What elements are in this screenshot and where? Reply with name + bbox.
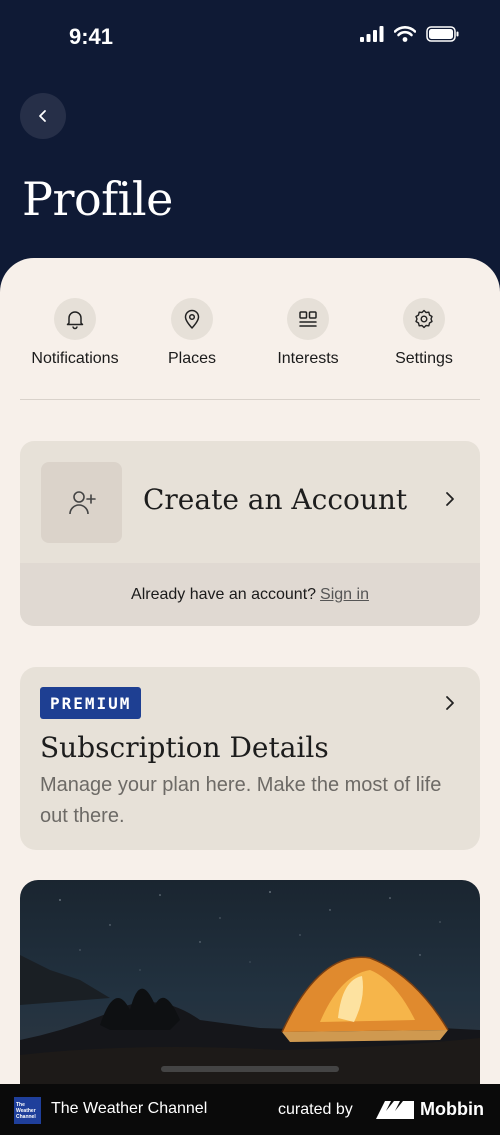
add-user-icon — [68, 490, 96, 514]
status-bar: 9:41 — [0, 0, 500, 70]
chevron-right-icon[interactable] — [444, 695, 456, 711]
quick-nav: Notifications Places Interests Settings — [0, 298, 500, 378]
mobbin-logo-icon — [376, 1101, 414, 1119]
divider — [20, 399, 480, 400]
signin-link[interactable]: Sign in — [320, 586, 369, 604]
weather-channel-logo: The Weather Channel — [14, 1097, 41, 1124]
quick-nav-notifications[interactable]: Notifications — [17, 298, 133, 368]
quick-nav-label: Places — [167, 350, 217, 367]
bell-icon — [66, 311, 84, 330]
status-icons — [360, 26, 460, 42]
subscription-title: Subscription Details — [40, 731, 329, 764]
create-account-card: Create an Account Already have an accoun… — [20, 441, 480, 626]
quick-nav-places[interactable]: Places — [134, 298, 250, 368]
quick-nav-icon-circle — [287, 298, 329, 340]
interests-grid-icon — [299, 311, 317, 327]
quick-nav-label: Settings — [395, 350, 453, 367]
app-name: The Weather Channel — [51, 1100, 208, 1117]
signin-prompt: Already have an account? — [131, 585, 317, 603]
page-title: Profile — [22, 172, 173, 226]
attribution-bar: The Weather Channel The Weather Channel … — [0, 1084, 500, 1135]
home-indicator — [161, 1066, 339, 1072]
subscription-card[interactable]: PREMIUM Subscription Details Manage your… — [20, 667, 480, 850]
wifi-icon — [394, 26, 416, 42]
chevron-left-icon — [39, 110, 46, 122]
cellular-signal-icon — [360, 26, 384, 42]
quick-nav-settings[interactable]: Settings — [366, 298, 482, 368]
subscription-description: Manage your plan here. Make the most of … — [40, 774, 442, 827]
battery-icon — [426, 26, 459, 42]
quick-nav-label: Notifications — [31, 350, 119, 367]
quick-nav-icon-circle — [171, 298, 213, 340]
chevron-right-icon[interactable] — [444, 491, 456, 507]
create-account-button[interactable]: Create an Account — [143, 483, 407, 516]
quick-nav-icon-circle — [54, 298, 96, 340]
status-time: 9:41 — [69, 24, 114, 49]
location-pin-icon — [184, 309, 200, 329]
quick-nav-interests[interactable]: Interests — [250, 298, 366, 368]
mobbin-brand: Mobbin — [420, 1099, 484, 1119]
signin-row: Already have an account? Sign in — [20, 563, 480, 626]
back-button[interactable] — [20, 93, 66, 139]
content-sheet: Notifications Places Interests Settings … — [0, 258, 500, 1135]
quick-nav-icon-circle — [403, 298, 445, 340]
quick-nav-label: Interests — [277, 350, 339, 367]
gear-icon — [415, 309, 433, 329]
premium-badge: PREMIUM — [40, 687, 142, 719]
add-user-avatar[interactable] — [41, 462, 122, 543]
curated-by-label: curated by — [278, 1101, 353, 1118]
